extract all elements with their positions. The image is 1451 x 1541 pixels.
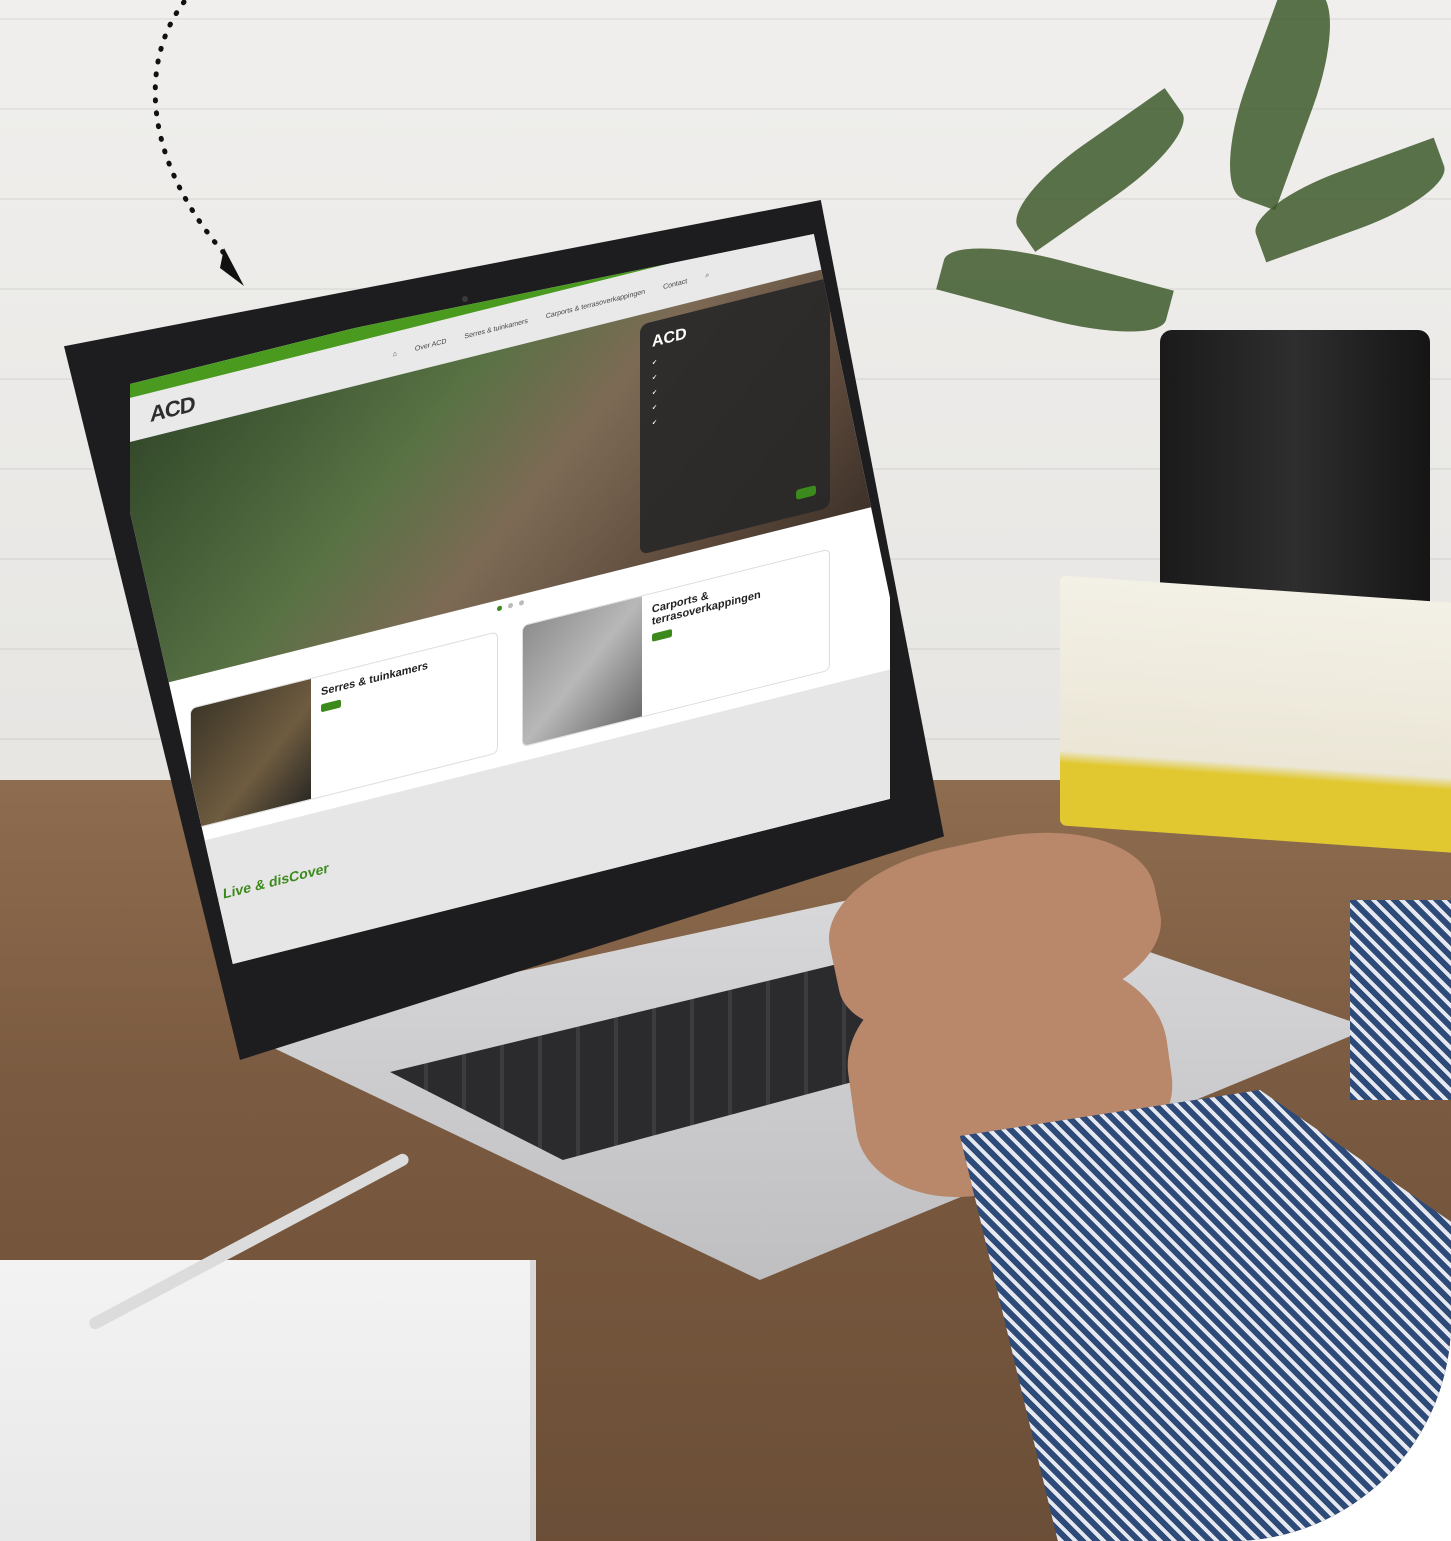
card-title: Serres & tuinkamers — [321, 659, 428, 699]
check-icon: ✔ — [652, 404, 658, 412]
card-image — [523, 596, 642, 747]
slider-dot[interactable] — [518, 599, 524, 607]
dotted-arrow-icon — [152, 0, 244, 286]
nav-item-contact[interactable]: Contact — [663, 278, 687, 291]
site-logo[interactable]: ACD — [150, 391, 195, 428]
search-icon[interactable]: ⌕ — [705, 272, 709, 281]
card-button[interactable] — [651, 628, 672, 642]
card-button[interactable] — [321, 699, 341, 713]
notebook — [0, 1260, 536, 1541]
check-icon: ✔ — [652, 359, 658, 367]
webcam — [462, 296, 468, 302]
card-title: Carports & terrasoverkappingen — [651, 588, 761, 628]
card-image — [191, 678, 311, 829]
shirt-sleeve — [1350, 900, 1451, 1100]
book-stack — [1060, 575, 1451, 855]
photo-scene: ACD ⌂ Over ACD Serres & tuinkamers Carpo… — [0, 0, 1451, 1541]
check-icon: ✔ — [652, 374, 658, 382]
check-icon: ✔ — [652, 419, 658, 427]
slider-dot[interactable] — [507, 602, 513, 609]
hero-cta-button[interactable] — [796, 484, 816, 500]
card-body: Serres & tuinkamers — [311, 647, 438, 799]
slider-dot[interactable] — [496, 605, 502, 612]
nav-item-over-acd[interactable]: Over ACD — [415, 338, 447, 353]
nav-item-serres[interactable]: Serres & tuinkamers — [464, 317, 527, 340]
home-icon[interactable]: ⌂ — [393, 350, 397, 358]
check-icon: ✔ — [652, 389, 658, 397]
hero-info-panel: ACD ✔ ✔ ✔ ✔ ✔ — [640, 277, 830, 555]
nav-item-carports[interactable]: Carports & terrasoverkappingen — [546, 288, 645, 320]
